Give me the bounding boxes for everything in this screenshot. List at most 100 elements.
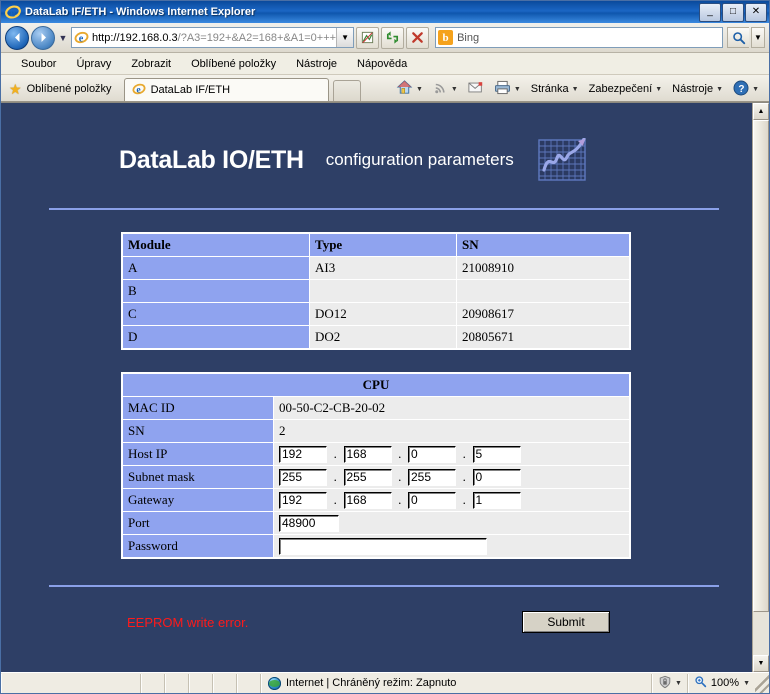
password-input[interactable]	[279, 538, 487, 555]
protected-mode-button[interactable]: ▼	[652, 674, 688, 693]
close-button[interactable]: ✕	[745, 3, 767, 22]
subnet-octet-1[interactable]	[279, 469, 327, 486]
error-message: EEPROM write error.	[127, 615, 522, 630]
refresh-icon[interactable]	[381, 27, 404, 49]
back-button[interactable]	[5, 26, 29, 50]
scroll-down-button[interactable]: ▼	[753, 655, 769, 672]
gateway-octet-3[interactable]	[408, 492, 456, 509]
home-icon	[396, 79, 413, 99]
submit-button[interactable]: Submit	[522, 611, 610, 633]
help-menu-button[interactable]: ? ▼	[729, 78, 763, 101]
security-menu-button[interactable]: Zabezpečení ▼	[585, 81, 667, 97]
table-row: Gateway . . .	[123, 489, 630, 512]
scrollbar-thumb[interactable]	[753, 120, 769, 612]
print-button[interactable]: ▼	[490, 78, 525, 100]
search-go-button[interactable]	[727, 27, 749, 48]
new-tab-button[interactable]	[333, 80, 361, 101]
url-dropdown-icon[interactable]: ▼	[336, 28, 353, 47]
sn-value: 2	[274, 420, 630, 443]
ip-dot: .	[395, 492, 405, 508]
url-text[interactable]: http://192.168.0.3/?A3=192+&A2=168+&A1=0…	[92, 32, 336, 44]
gateway-octet-4[interactable]	[473, 492, 521, 509]
host-ip-octet-2[interactable]	[344, 446, 392, 463]
vertical-scrollbar[interactable]: ▲ ▼	[752, 103, 769, 672]
feeds-caret-icon[interactable]: ▼	[451, 86, 458, 93]
subnet-mask-label: Subnet mask	[123, 466, 274, 489]
table-row: MAC ID 00-50-C2-CB-20-02	[123, 397, 630, 420]
menu-item-upravy[interactable]: Úpravy	[66, 56, 121, 72]
forward-button[interactable]	[31, 26, 55, 50]
table-row: SN 2	[123, 420, 630, 443]
zoom-caret-icon[interactable]: ▼	[743, 680, 750, 687]
print-caret-icon[interactable]: ▼	[514, 86, 521, 93]
security-caret-icon[interactable]: ▼	[655, 86, 662, 93]
table-row: A AI3 21008910	[123, 257, 630, 280]
minimize-button[interactable]: _	[699, 3, 721, 22]
page-menu-button[interactable]: Stránka ▼	[527, 81, 583, 97]
gateway-octet-1[interactable]	[279, 492, 327, 509]
host-ip-octet-3[interactable]	[408, 446, 456, 463]
site-favicon-icon: e	[74, 30, 89, 45]
subnet-octet-2[interactable]	[344, 469, 392, 486]
module-type: DO2	[310, 326, 457, 349]
status-cell-4	[189, 674, 213, 693]
resize-grip[interactable]	[755, 674, 769, 693]
menu-item-zobrazit[interactable]: Zobrazit	[121, 56, 181, 72]
page-caret-icon[interactable]: ▼	[572, 86, 579, 93]
module-sn	[457, 280, 630, 303]
maximize-button[interactable]: □	[722, 3, 744, 22]
compatibility-view-icon[interactable]	[356, 27, 379, 49]
menu-item-napoveda[interactable]: Nápověda	[347, 56, 417, 72]
host-ip-octet-4[interactable]	[473, 446, 521, 463]
star-icon: ★	[9, 82, 22, 96]
search-box[interactable]: b Bing	[435, 27, 723, 48]
table-row: Host IP . . .	[123, 443, 630, 466]
cpu-title: CPU	[123, 374, 630, 397]
gateway-fields: . . .	[274, 489, 630, 512]
home-caret-icon[interactable]: ▼	[416, 86, 423, 93]
scroll-up-button[interactable]: ▲	[753, 103, 769, 120]
zoom-level-label: 100%	[711, 677, 739, 689]
protected-mode-caret-icon[interactable]: ▼	[675, 680, 682, 687]
port-input[interactable]	[279, 515, 339, 532]
ip-dot: .	[459, 469, 469, 485]
tab-title: DataLab IF/ETH	[151, 84, 230, 96]
tab-datalab-if-eth[interactable]: e DataLab IF/ETH	[124, 78, 329, 101]
menu-item-oblibene-polozky[interactable]: Oblíbené položky	[181, 56, 286, 72]
tools-menu-button[interactable]: Nástroje ▼	[668, 81, 727, 97]
mail-button[interactable]	[464, 79, 488, 99]
module-sn: 21008910	[457, 257, 630, 280]
help-caret-icon[interactable]: ▼	[752, 86, 759, 93]
table-row: B	[123, 280, 630, 303]
home-button[interactable]: ▼	[392, 77, 427, 101]
menu-bar: Soubor Úpravy Zobrazit Oblíbené položky …	[1, 53, 769, 75]
title-bar: e DataLab IF/ETH - Windows Internet Expl…	[1, 1, 769, 23]
subnet-octet-3[interactable]	[408, 469, 456, 486]
gateway-octet-2[interactable]	[344, 492, 392, 509]
history-dropdown-icon[interactable]: ▼	[57, 33, 69, 43]
table-header-row: Module Type SN	[123, 234, 630, 257]
stop-icon[interactable]	[406, 27, 429, 49]
favorites-button[interactable]: ★ Oblíbené položky	[3, 77, 120, 101]
search-dropdown-icon[interactable]: ▼	[751, 27, 765, 48]
browser-viewport: DataLab IO/ETH configuration parameters	[1, 102, 769, 672]
security-zone[interactable]: Internet | Chráněný režim: Zapnuto	[261, 674, 652, 693]
ip-dot: .	[459, 446, 469, 462]
scrollbar-track[interactable]	[753, 120, 769, 655]
url-bar[interactable]: e http://192.168.0.3/?A3=192+&A2=168+&A1…	[71, 27, 354, 48]
zoom-control[interactable]: 100% ▼	[688, 674, 755, 693]
menu-item-soubor[interactable]: Soubor	[11, 56, 66, 72]
tools-caret-icon[interactable]: ▼	[716, 86, 723, 93]
search-placeholder: Bing	[457, 32, 479, 44]
host-ip-octet-1[interactable]	[279, 446, 327, 463]
svg-text:e: e	[136, 84, 141, 95]
subnet-octet-4[interactable]	[473, 469, 521, 486]
zoom-magnifier-icon	[694, 675, 707, 691]
feeds-button[interactable]: ▼	[429, 78, 462, 100]
header-divider	[49, 208, 719, 210]
page-subtitle: configuration parameters	[326, 150, 514, 170]
feeds-icon	[433, 80, 448, 98]
favorites-label: Oblíbené položky	[27, 83, 112, 95]
cpu-table-wrap: CPU MAC ID 00-50-C2-CB-20-02 SN 2 Host I…	[121, 372, 631, 559]
menu-item-nastroje[interactable]: Nástroje	[286, 56, 347, 72]
